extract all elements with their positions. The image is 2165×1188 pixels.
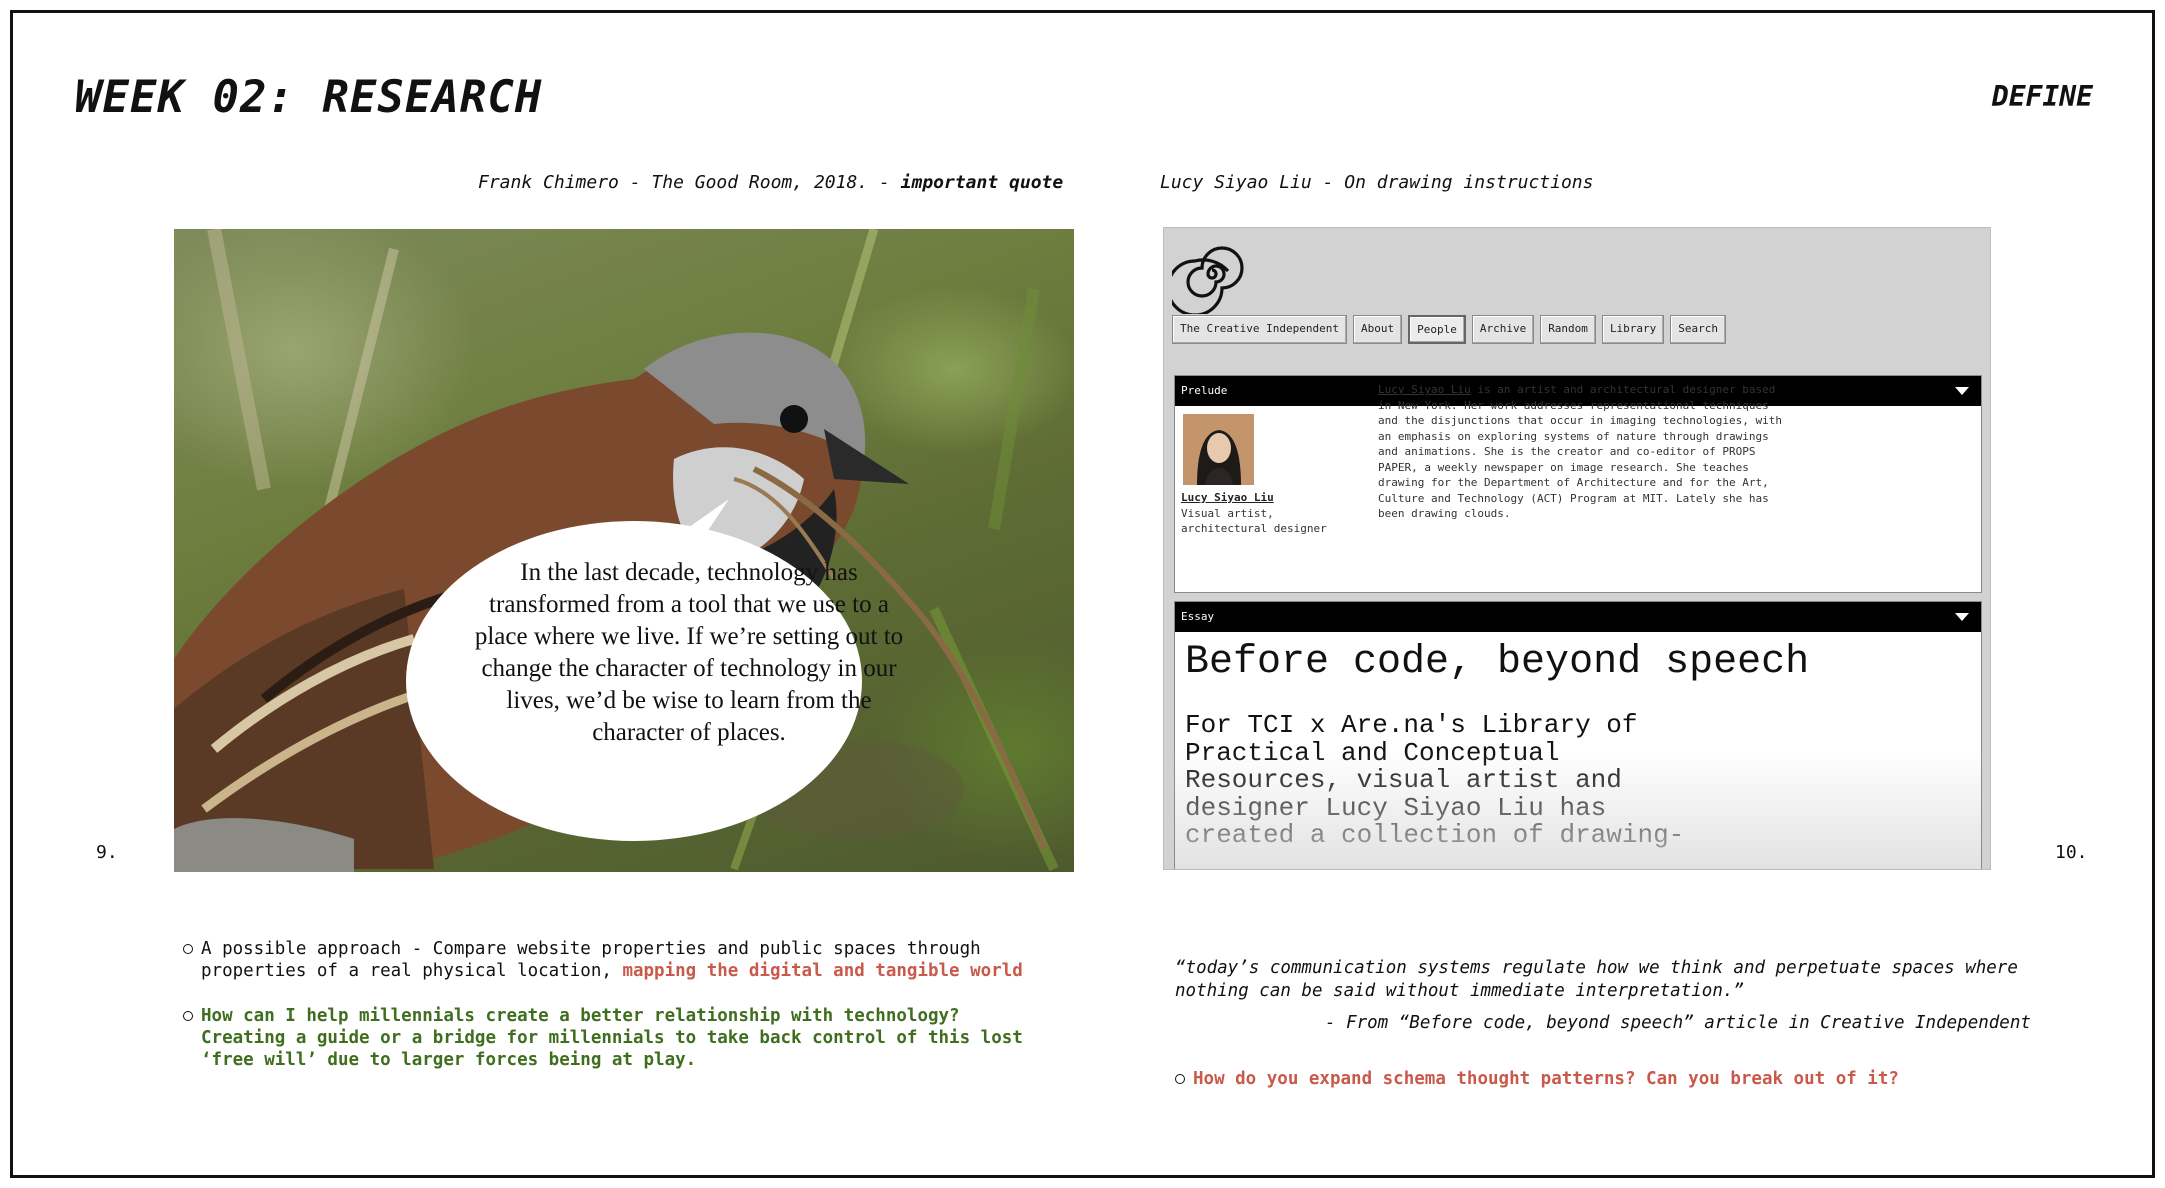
tci-website-screenshot: The Creative Independent About People Ar… [1163,227,1991,870]
profile-role: Visual artist, architectural designer [1181,507,1327,535]
list-item: How can I help millennials create a bett… [183,1005,1043,1071]
nav-library[interactable]: Library [1601,315,1665,344]
page-number-left: 9. [96,842,118,863]
essay-fade [1175,750,1981,869]
nav-archive[interactable]: Archive [1471,315,1535,344]
article-quote: “today’s communication systems regulate … [1175,958,2018,1001]
research-question: How can I help millennials create a bett… [201,1006,1023,1070]
speech-bubble-quote: In the last decade, technology has trans… [474,559,904,746]
left-caption-text: Frank Chimero - The Good Room, 2018. - [478,172,890,193]
avatar [1183,414,1254,485]
sparrow-illustration [174,229,1059,872]
profile-name[interactable]: Lucy Siyao Liu [1181,491,1274,504]
essay-bar[interactable]: Essay [1175,602,1981,632]
schema-question-text: How do you expand schema thought pattern… [1193,1069,1899,1089]
bullet-icon [1175,1074,1185,1084]
left-caption: Frank Chimero - The Good Room, 2018. - i… [478,172,1063,193]
tci-nav: The Creative Independent About People Ar… [1172,315,1727,344]
bullet-icon [183,944,193,954]
nav-about[interactable]: About [1352,315,1403,344]
spiral-logo-icon [1172,246,1244,314]
prelude-bar-label: Prelude [1181,384,1228,397]
essay-bar-label: Essay [1181,610,1215,623]
nav-search[interactable]: Search [1670,315,1727,344]
collapse-arrow-icon[interactable] [1955,387,1969,395]
collapse-arrow-icon[interactable] [1955,613,1969,621]
nav-random[interactable]: Random [1540,315,1596,344]
bullet-icon [183,1011,193,1021]
slide-title: WEEK 02: RESEARCH [75,72,543,123]
portrait-image [1183,414,1254,485]
schema-question: How do you expand schema thought pattern… [1175,1068,2075,1090]
section-label: DEFINE [1991,80,2093,113]
approach-highlight: mapping the digital and tangible world [622,961,1023,981]
essay-title: Before code, beyond speech [1185,640,1810,685]
left-notes: A possible approach - Compare website pr… [183,938,1043,1094]
profile-bio: Lucy Siyao Liu is an artist and architec… [1378,382,1788,522]
right-caption: Lucy Siyao Liu - On drawing instructions [1160,172,1594,193]
bio-text: is an artist and architectural designer … [1378,383,1782,520]
bio-name-link[interactable]: Lucy Siyao Liu [1378,383,1471,396]
prelude-window: Prelude Lucy Siyao Liu Visual artist, ar… [1174,375,1982,593]
list-item: A possible approach - Compare website pr… [183,938,1043,982]
nav-people[interactable]: People [1408,315,1466,344]
nav-creative-independent[interactable]: The Creative Independent [1172,315,1347,344]
sparrow-photo: In the last decade, technology has trans… [174,229,1074,872]
quote-attribution: - From “Before code, beyond speech” arti… [1325,1013,2031,1033]
essay-window: Essay Before code, beyond speech For TCI… [1174,601,1982,869]
page-number-right: 10. [2055,842,2088,863]
left-caption-emphasis: important quote [900,172,1064,193]
